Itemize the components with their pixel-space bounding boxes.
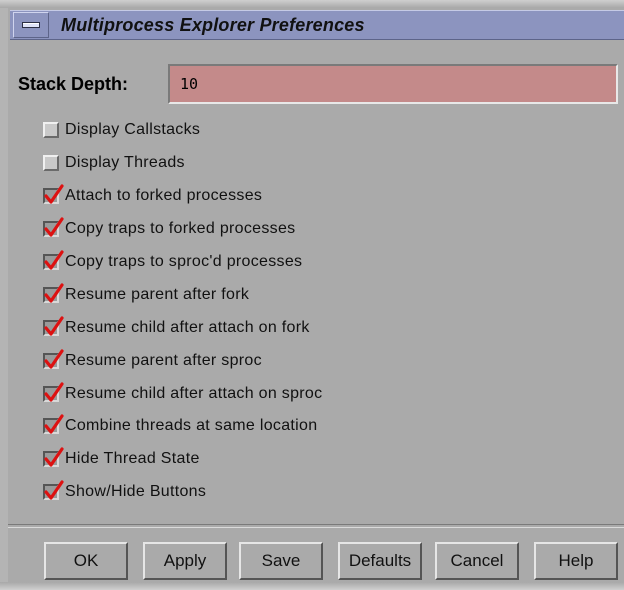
ok-button[interactable]: OK: [44, 542, 128, 580]
option-label: Copy traps to forked processes: [65, 220, 296, 238]
checked-checkbox-icon[interactable]: [43, 316, 64, 336]
checked-checkbox-icon[interactable]: [43, 283, 64, 303]
option-label: Display Threads: [65, 154, 185, 172]
apply-button[interactable]: Apply: [143, 542, 227, 580]
checked-checkbox-icon[interactable]: [43, 414, 64, 435]
defaults-button[interactable]: Defaults: [338, 542, 422, 580]
preferences-content: Stack Depth: Display Callstacks Display T…: [8, 52, 624, 590]
checked-checkbox-icon[interactable]: [43, 480, 64, 501]
stack-depth-label: Stack Depth:: [18, 73, 129, 94]
window-menu-icon: [22, 22, 40, 28]
cancel-button[interactable]: Cancel: [435, 542, 519, 580]
option-label: Copy traps to sproc'd processes: [65, 253, 303, 270]
stack-depth-input[interactable]: [168, 64, 618, 104]
checked-checkbox-icon[interactable]: [43, 184, 64, 205]
option-label: Resume child after attach on sproc: [65, 384, 323, 402]
option-combine-threads-at-same-location[interactable]: Combine threads at same location: [43, 410, 603, 443]
option-hide-thread-state[interactable]: Hide Thread State: [43, 443, 603, 476]
option-label: Show/Hide Buttons: [65, 483, 207, 501]
checked-checkbox-icon[interactable]: [43, 381, 64, 402]
option-attach-to-forked-processes[interactable]: Attach to forked processes: [43, 180, 603, 213]
window-bottom-border: [0, 582, 624, 590]
option-label: Combine threads at same location: [65, 417, 318, 435]
checked-checkbox-icon[interactable]: [43, 349, 64, 369]
option-resume-parent-after-sproc[interactable]: Resume parent after sproc: [43, 344, 603, 377]
option-resume-child-after-attach-on-sproc[interactable]: Resume child after attach on sproc: [43, 377, 603, 410]
option-copy-traps-to-sproc-d-processes[interactable]: Copy traps to sproc'd processes: [43, 246, 603, 279]
unchecked-checkbox-icon[interactable]: [43, 155, 59, 172]
unchecked-checkbox-icon[interactable]: [43, 122, 59, 139]
button-separator: [8, 524, 624, 528]
help-button[interactable]: Help: [534, 542, 618, 580]
option-resume-child-after-attach-on-fork[interactable]: Resume child after attach on fork: [43, 311, 603, 344]
option-display-callstacks[interactable]: Display Callstacks: [43, 114, 603, 147]
option-label: Resume parent after fork: [65, 285, 250, 303]
window-menu-button[interactable]: [13, 12, 49, 38]
button-row: OK Apply Save Defaults Cancel Help: [32, 542, 618, 582]
option-copy-traps-to-forked-processes[interactable]: Copy traps to forked processes: [43, 213, 603, 246]
stack-depth-row: Stack Depth:: [18, 64, 618, 104]
option-label: Resume child after attach on fork: [65, 318, 310, 336]
option-label: Attach to forked processes: [65, 187, 263, 205]
option-label: Display Callstacks: [65, 121, 201, 139]
preferences-window: Multiprocess Explorer Preferences Stack …: [0, 0, 624, 590]
save-button[interactable]: Save: [239, 542, 323, 580]
option-label: Resume parent after sproc: [65, 351, 262, 369]
option-show-hide-buttons[interactable]: Show/Hide Buttons: [43, 476, 603, 509]
checked-checkbox-icon[interactable]: [43, 447, 64, 468]
option-display-threads[interactable]: Display Threads: [43, 147, 603, 180]
title-bar[interactable]: Multiprocess Explorer Preferences: [10, 10, 624, 40]
checked-checkbox-icon[interactable]: [43, 250, 64, 270]
checked-checkbox-icon[interactable]: [43, 217, 64, 238]
options-list: Display Callstacks Display Threads Attach …: [43, 114, 603, 509]
option-label: Hide Thread State: [65, 450, 200, 468]
window-title: Multiprocess Explorer Preferences: [61, 14, 365, 35]
option-resume-parent-after-fork[interactable]: Resume parent after fork: [43, 278, 603, 311]
